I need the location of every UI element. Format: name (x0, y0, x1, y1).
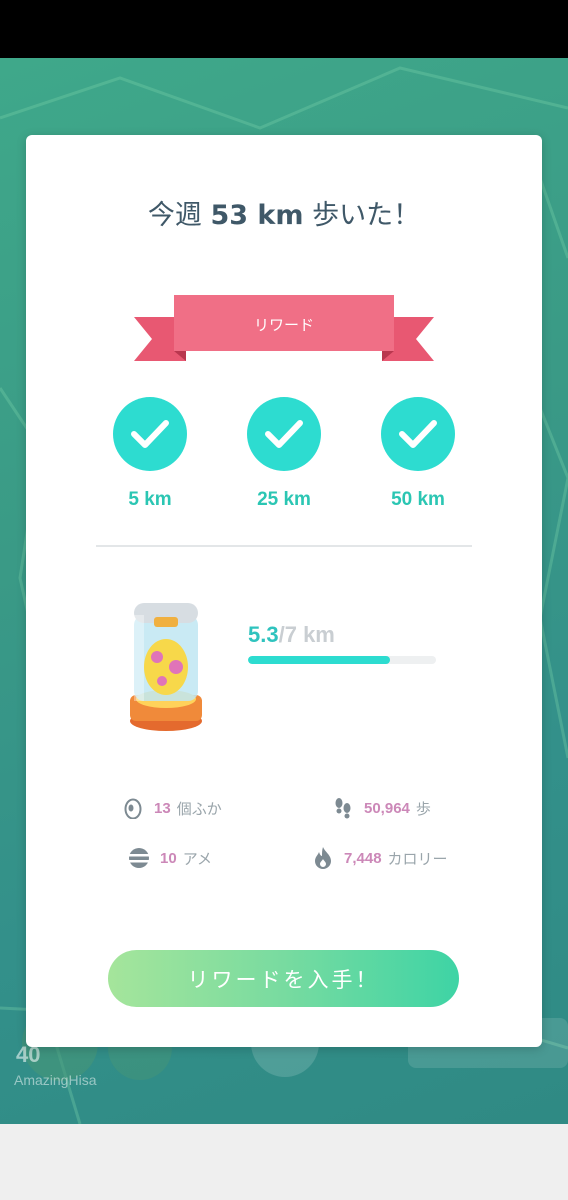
page-title: 今週 53 km 歩いた！ (26, 193, 542, 232)
milestone-check (381, 397, 455, 471)
stat-hatched-unit: 個ふか (176, 799, 222, 818)
progress-total: 7 km (284, 622, 335, 647)
egg-progress-text: 5.3/7 km (248, 622, 335, 648)
milestone-check (113, 397, 187, 471)
milestone-50km: 50 km (378, 397, 458, 511)
stat-candy-value: 10 (160, 849, 177, 867)
flame-icon (312, 847, 334, 869)
get-reward-button[interactable]: リワードを入手！ (108, 950, 459, 1007)
stat-steps-unit: 歩 (415, 799, 431, 818)
checkmark-icon (399, 420, 437, 448)
stat-candy-unit: アメ (182, 849, 212, 868)
progress-current: 5.3 (248, 622, 279, 647)
bottom-strip (0, 1124, 568, 1200)
milestone-label: 5 km (128, 489, 172, 510)
stat-steps-value: 50,964 (364, 799, 410, 817)
footprints-icon (332, 797, 354, 819)
stat-hatched: 13 個ふか (122, 795, 222, 821)
stat-calories-value: 7,448 (344, 849, 382, 867)
egg-progress-bar (248, 656, 436, 664)
status-bar (0, 0, 568, 58)
checkmark-icon (265, 420, 303, 448)
milestone-label: 25 km (257, 489, 311, 510)
milestone-check (247, 397, 321, 471)
ribbon-label: リワード (253, 316, 314, 334)
title-prefix: 今週 (147, 200, 202, 231)
milestone-5km: 5 km (110, 397, 190, 511)
candy-icon (128, 847, 150, 869)
stat-hatched-value: 13 (154, 799, 171, 817)
weekly-summary-dialog: 今週 53 km 歩いた！ リワード 5 km 25 km 50 km 5.3/… (26, 135, 542, 1047)
milestone-label: 50 km (391, 489, 445, 510)
stat-steps: 50,964 歩 (332, 795, 431, 821)
milestone-25km: 25 km (244, 397, 324, 511)
egg-icon (122, 797, 144, 819)
stat-calories: 7,448 カロリー (312, 845, 448, 871)
title-suffix: 歩いた！ (312, 200, 421, 231)
player-name: AmazingHisa (14, 1072, 97, 1088)
title-distance: 53 km (210, 200, 304, 231)
egg-progress-fill (248, 656, 391, 664)
checkmark-icon (131, 420, 169, 448)
divider (96, 545, 472, 547)
stat-calories-unit: カロリー (387, 849, 448, 868)
stat-candy: 10 アメ (128, 845, 212, 871)
incubator-egg-icon (130, 603, 202, 731)
